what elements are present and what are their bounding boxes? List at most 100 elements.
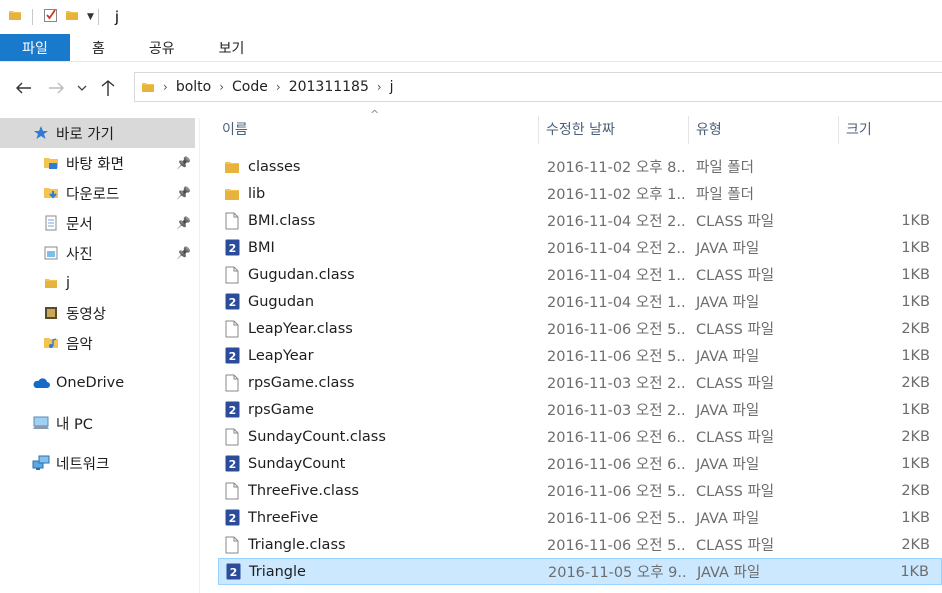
column-header-size[interactable]: 크기 (842, 114, 932, 144)
file-row[interactable]: 2 BMI 2016-11-04 오전 2... JAVA 파일 1KB (218, 234, 942, 261)
breadcrumb-chevron-icon[interactable]: › (274, 80, 283, 94)
breadcrumb-chevron-icon[interactable]: › (217, 80, 226, 94)
sidebar-item-label: 다운로드 (66, 186, 120, 203)
file-row[interactable]: Gugudan.class 2016-11-04 오전 1... CLASS 파일 1… (218, 261, 942, 288)
sidebar-item-quick-access[interactable]: 바로 가기 (0, 118, 195, 148)
breadcrumb-j[interactable]: j (384, 79, 400, 95)
tab-file[interactable]: 파일 (0, 34, 70, 61)
file-row[interactable]: 2 SundayCount 2016-11-06 오전 6... JAVA 파일 1KB (218, 450, 942, 477)
quick-access-toolbar-dropdown[interactable]: ▼ (87, 12, 94, 22)
file-row[interactable]: 2 Triangle 2016-11-05 오후 9... JAVA 파일 1KB (218, 558, 942, 585)
column-divider[interactable] (688, 116, 689, 144)
file-name-cell[interactable]: 2 ThreeFive (224, 509, 318, 527)
column-header-name[interactable]: 이름 (218, 114, 536, 144)
file-size: 1KB (900, 563, 929, 580)
file-name-cell[interactable]: Gugudan.class (224, 266, 355, 284)
java-file-icon: 2 (224, 509, 240, 527)
class-file-icon (224, 428, 240, 446)
java-file-icon: 2 (224, 401, 240, 419)
forward-button[interactable] (40, 72, 72, 104)
file-row[interactable]: SundayCount.class 2016-11-06 오전 6... CLASS… (218, 423, 942, 450)
file-name: classes (248, 158, 301, 175)
file-row[interactable]: LeapYear.class 2016-11-06 오전 5... CLASS 파일… (218, 315, 942, 342)
downloads-folder-icon (42, 184, 60, 202)
breadcrumb-code[interactable]: Code (226, 79, 274, 95)
column-divider[interactable] (838, 116, 839, 144)
navigation-bar: › bolto › Code › 201311185 › j (0, 62, 942, 114)
sidebar-item-this-pc[interactable]: 내 PC (0, 408, 199, 438)
file-date: 2016-11-02 오후 8... (547, 160, 687, 176)
breadcrumb-chevron-icon[interactable]: › (375, 80, 384, 94)
file-type: 파일 폴더 (696, 187, 754, 203)
tab-view[interactable]: 보기 (197, 34, 267, 61)
tab-share[interactable]: 공유 (127, 34, 197, 61)
sidebar-item-onedrive[interactable]: OneDrive (0, 368, 199, 398)
file-name-cell[interactable]: SundayCount.class (224, 428, 386, 446)
file-name-cell[interactable]: lib (224, 185, 265, 203)
java-file-icon: 2 (225, 563, 241, 581)
file-row[interactable]: Triangle.class 2016-11-06 오전 5... CLASS 파일… (218, 531, 942, 558)
file-type: JAVA 파일 (696, 511, 760, 527)
file-row[interactable]: 2 Gugudan 2016-11-04 오전 1... JAVA 파일 1KB (218, 288, 942, 315)
pin-icon[interactable]: 📌 (176, 246, 191, 260)
file-name-cell[interactable]: 2 BMI (224, 239, 275, 257)
svg-text:2: 2 (228, 242, 236, 255)
file-size: 1KB (901, 509, 930, 526)
pin-icon[interactable]: 📌 (176, 186, 191, 200)
file-date: 2016-11-04 오전 1... (547, 268, 687, 284)
sidebar-item-network[interactable]: 네트워크 (0, 448, 199, 478)
file-date: 2016-11-03 오전 2... (547, 403, 687, 419)
file-row[interactable]: ThreeFive.class 2016-11-06 오전 5... CLASS 파… (218, 477, 942, 504)
pin-icon[interactable]: 📌 (176, 216, 191, 230)
file-name-cell[interactable]: 2 Gugudan (224, 293, 314, 311)
column-header-date[interactable]: 수정한 날짜 (542, 114, 688, 144)
window-title: j (114, 7, 120, 26)
sidebar-item-0[interactable]: 바탕 화면 📌 (0, 148, 199, 178)
file-name-cell[interactable]: 2 LeapYear (224, 347, 314, 365)
file-name-cell[interactable]: classes (224, 158, 300, 176)
sidebar-item-3[interactable]: 사진 📌 (0, 238, 199, 268)
file-row[interactable]: BMI.class 2016-11-04 오전 2... CLASS 파일 1KB (218, 207, 942, 234)
breadcrumb-bolto[interactable]: bolto (170, 79, 217, 95)
file-name-cell[interactable]: 2 SundayCount (224, 455, 345, 473)
sidebar-item-6[interactable]: 음악 (0, 328, 199, 358)
desktop-folder-icon (42, 154, 60, 172)
pin-icon[interactable]: 📌 (176, 156, 191, 170)
properties-checkbox-icon[interactable] (43, 7, 59, 27)
tab-home[interactable]: 홈 (70, 34, 127, 61)
file-date: 2016-11-06 오전 6... (547, 430, 687, 446)
column-headers: ^ 이름 수정한 날짜 유형 크기 (218, 108, 942, 144)
sidebar-item-1[interactable]: 다운로드 📌 (0, 178, 199, 208)
file-name: Triangle (249, 563, 306, 580)
recent-locations-button[interactable] (72, 72, 92, 104)
file-name-cell[interactable]: Triangle.class (224, 536, 346, 554)
file-row[interactable]: rpsGame.class 2016-11-03 오전 2... CLASS 파일 2… (218, 369, 942, 396)
sidebar-item-2[interactable]: 문서 📌 (0, 208, 199, 238)
breadcrumb-201311185[interactable]: 201311185 (283, 79, 375, 95)
file-name-cell[interactable]: rpsGame.class (224, 374, 355, 392)
file-row[interactable]: 2 LeapYear 2016-11-06 오전 5... JAVA 파일 1KB (218, 342, 942, 369)
file-name: rpsGame.class (248, 374, 355, 391)
file-name-cell[interactable]: BMI.class (224, 212, 315, 230)
file-row[interactable]: 2 ThreeFive 2016-11-06 오전 5... JAVA 파일 1KB (218, 504, 942, 531)
up-button[interactable] (92, 72, 124, 104)
file-row[interactable]: classes 2016-11-02 오후 8... 파일 폴더 (218, 153, 942, 180)
sidebar-item-5[interactable]: 동영상 (0, 298, 199, 328)
file-row[interactable]: lib 2016-11-02 오후 1... 파일 폴더 (218, 180, 942, 207)
file-name-cell[interactable]: 2 Triangle (225, 563, 306, 581)
file-row[interactable]: 2 rpsGame 2016-11-03 오전 2... JAVA 파일 1KB (218, 396, 942, 423)
file-list-view: ^ 이름 수정한 날짜 유형 크기 classes 2016-11-02 오후 8… (218, 108, 942, 593)
file-name-cell[interactable]: ThreeFive.class (224, 482, 359, 500)
new-folder-icon[interactable] (65, 8, 79, 26)
file-name-cell[interactable]: 2 rpsGame (224, 401, 314, 419)
sidebar-item-4[interactable]: j (0, 268, 199, 298)
column-header-type[interactable]: 유형 (692, 114, 838, 144)
column-divider[interactable] (538, 116, 539, 144)
file-name-cell[interactable]: LeapYear.class (224, 320, 353, 338)
file-date: 2016-11-06 오전 5... (547, 538, 687, 554)
class-file-icon (224, 212, 240, 230)
file-name: BMI.class (248, 212, 316, 229)
address-bar[interactable]: › bolto › Code › 201311185 › j (134, 72, 942, 102)
breadcrumb-chevron-icon[interactable]: › (161, 80, 170, 94)
back-button[interactable] (8, 72, 40, 104)
